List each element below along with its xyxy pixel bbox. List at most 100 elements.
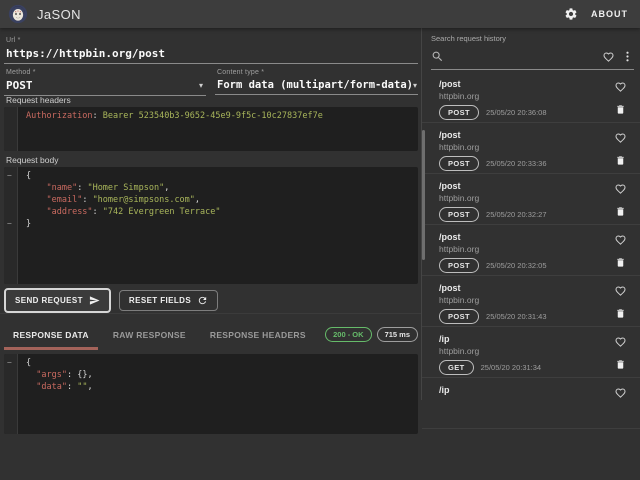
history-scrollbar[interactable] (422, 130, 425, 260)
app-title: JaSON (37, 7, 81, 22)
history-item-timestamp: 25/05/20 20:31:34 (481, 363, 541, 372)
delete-trash-icon[interactable] (615, 358, 626, 371)
history-item-path: /ip (439, 385, 606, 395)
response-tabs: RESPONSE DATARAW RESPONSERESPONSE HEADER… (4, 324, 321, 350)
favorite-heart-icon[interactable] (614, 336, 627, 348)
content-type-value: Form data (multipart/form-data) (217, 79, 413, 91)
url-input[interactable]: https://httpbin.org/post (6, 47, 165, 60)
history-item-method-badge: POST (439, 258, 479, 273)
request-body-label: Request body (6, 155, 58, 165)
request-headers-label: Request headers (6, 95, 71, 105)
history-item-timestamp: 25/05/20 20:32:27 (486, 210, 546, 219)
url-label: Url * (6, 37, 418, 44)
response-tabs-row: RESPONSE DATARAW RESPONSERESPONSE HEADER… (4, 322, 418, 350)
content-type-label: Content type * (217, 69, 418, 76)
history-search-input[interactable] (450, 51, 596, 62)
history-item-path: /post (439, 181, 606, 191)
history-item[interactable]: /post httpbin.org POST 25/05/20 20:31:43 (422, 276, 640, 327)
history-item-host: httpbin.org (439, 346, 606, 356)
code-line: "data": "", (4, 381, 418, 393)
search-icon (431, 50, 444, 63)
favorite-heart-icon[interactable] (614, 234, 627, 246)
settings-gear-icon[interactable] (564, 7, 578, 21)
history-item-timestamp: 25/05/20 20:31:43 (486, 312, 546, 321)
favorite-heart-icon[interactable] (614, 183, 627, 195)
history-item[interactable]: /post httpbin.org POST 25/05/20 20:33:36 (422, 123, 640, 174)
send-request-label: SEND REQUEST (15, 296, 83, 305)
request-headers-editor[interactable]: Authorization: Bearer 523540b3-9652-45e9… (4, 107, 418, 151)
delete-trash-icon[interactable] (615, 154, 626, 167)
code-line: "args": {}, (4, 369, 418, 381)
favorite-heart-icon[interactable] (614, 81, 627, 93)
history-search-row (431, 44, 634, 70)
delete-trash-icon[interactable] (615, 307, 626, 320)
delete-trash-icon[interactable] (615, 256, 626, 269)
history-item-path: /post (439, 130, 606, 140)
request-panel: Url * https://httpbin.org/post Method * … (0, 28, 421, 400)
chevron-down-icon: ▾ (413, 81, 420, 90)
history-item[interactable]: /post httpbin.org POST 25/05/20 20:32:05 (422, 225, 640, 276)
history-item-method-badge: GET (439, 360, 474, 375)
reset-fields-label: RESET FIELDS (129, 296, 191, 305)
chevron-down-icon: ▾ (199, 81, 206, 90)
code-line: −{ (4, 357, 418, 369)
history-item-method-badge: POST (439, 156, 479, 171)
code-line: −} (4, 218, 418, 230)
history-item-method-badge: POST (439, 309, 479, 324)
tab-response-data[interactable]: RESPONSE DATA (4, 324, 98, 350)
jason-mask-logo-icon (8, 4, 28, 24)
request-body-editor[interactable]: −{ "name": "Homer Simpson", "email": "ho… (4, 167, 418, 284)
method-label: Method * (6, 69, 206, 76)
history-search-label: Search request history (431, 34, 506, 43)
refresh-icon (197, 295, 208, 306)
status-badge: 200 - OK (325, 327, 371, 342)
history-item-path: /post (439, 283, 606, 293)
history-item-path: /post (439, 79, 606, 89)
history-item[interactable]: /post httpbin.org POST 25/05/20 20:32:27 (422, 174, 640, 225)
delete-trash-icon[interactable] (615, 205, 626, 218)
favorite-heart-icon[interactable] (614, 132, 627, 144)
filter-favorites-heart-icon[interactable] (602, 51, 615, 63)
fold-marker-icon[interactable]: − (7, 218, 12, 230)
send-icon (89, 295, 100, 306)
history-item-method-badge: POST (439, 105, 479, 120)
history-item-host: httpbin.org (439, 295, 606, 305)
send-request-button[interactable]: SEND REQUEST (4, 288, 111, 313)
fold-marker-icon[interactable]: − (7, 170, 12, 182)
favorite-heart-icon[interactable] (614, 387, 627, 399)
code-line: "name": "Homer Simpson", (4, 182, 418, 194)
method-value: POST (6, 79, 33, 92)
code-line: "address": "742 Evergreen Terrace" (4, 206, 418, 218)
history-item-host: httpbin.org (439, 142, 606, 152)
history-menu-kebab-icon[interactable] (621, 50, 634, 63)
history-sidebar: Search request history /post httpbin.org… (421, 28, 640, 400)
method-select[interactable]: Method * POST ▾ (4, 67, 206, 96)
history-item[interactable]: /post httpbin.org POST 25/05/20 20:36:08 (422, 72, 640, 123)
content-type-select[interactable]: Content type * Form data (multipart/form… (215, 67, 418, 95)
history-item-host: httpbin.org (439, 91, 606, 101)
response-data-editor[interactable]: −{ "args": {}, "data": "", (4, 354, 418, 434)
fold-marker-icon[interactable]: − (7, 357, 12, 369)
history-item-timestamp: 25/05/20 20:36:08 (486, 108, 546, 117)
history-item-method-badge: POST (439, 207, 479, 222)
top-app-bar: JaSON ABOUT (0, 0, 640, 28)
tab-response-headers[interactable]: RESPONSE HEADERS (201, 324, 315, 350)
code-line: Authorization: Bearer 523540b3-9652-45e9… (4, 110, 418, 122)
divider (0, 313, 421, 314)
history-item[interactable]: /ip (422, 378, 640, 429)
history-item-path: /ip (439, 334, 606, 344)
about-button[interactable]: ABOUT (591, 9, 628, 19)
history-item-timestamp: 25/05/20 20:33:36 (486, 159, 546, 168)
tab-raw-response[interactable]: RAW RESPONSE (104, 324, 195, 350)
delete-trash-icon[interactable] (615, 103, 626, 116)
code-line: "email": "homer@simpsons.com", (4, 194, 418, 206)
history-item-path: /post (439, 232, 606, 242)
history-list: /post httpbin.org POST 25/05/20 20:36:08… (422, 72, 640, 480)
favorite-heart-icon[interactable] (614, 285, 627, 297)
reset-fields-button[interactable]: RESET FIELDS (119, 290, 218, 311)
history-item-timestamp: 25/05/20 20:32:05 (486, 261, 546, 270)
url-field[interactable]: Url * https://httpbin.org/post (4, 35, 418, 64)
history-item[interactable]: /ip httpbin.org GET 25/05/20 20:31:34 (422, 327, 640, 378)
history-item-host: httpbin.org (439, 244, 606, 254)
response-time-badge: 715 ms (377, 327, 418, 342)
